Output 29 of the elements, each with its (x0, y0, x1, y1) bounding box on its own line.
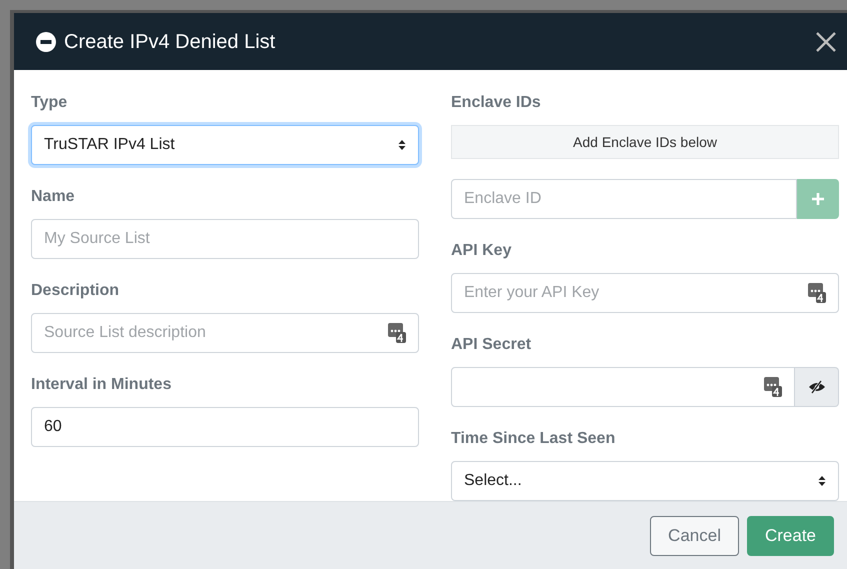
minus-circle-icon (36, 32, 56, 52)
field-label: Interval in Minutes (31, 375, 172, 395)
create-button[interactable]: Create (746, 516, 834, 556)
dialog-title: Create IPv4 Denied List (64, 30, 276, 54)
plus-icon (811, 192, 825, 206)
field-label: Time Since Last Seen (451, 429, 616, 449)
password-manager-icon[interactable] (388, 323, 406, 343)
field-label: Name (31, 187, 76, 207)
input-field[interactable] (451, 367, 795, 407)
field-label: API Secret (451, 335, 532, 355)
password-manager-icon[interactable] (808, 283, 826, 303)
field-label: Description (31, 281, 120, 301)
info-banner: Add Enclave IDs below (451, 125, 839, 159)
visibility-toggle-button[interactable] (795, 367, 839, 407)
select-caret-icon (818, 475, 826, 487)
input-field[interactable]: 60 (31, 407, 419, 447)
select-field[interactable]: TruSTAR IPv4 List (31, 125, 419, 165)
select-field[interactable]: Select... (451, 461, 839, 501)
cancel-button[interactable]: Cancel (650, 516, 739, 556)
input-field[interactable]: Enter your API Key (451, 273, 839, 313)
field-label: Type (31, 93, 68, 113)
field-label: API Key (451, 241, 512, 261)
eye-slash-icon (808, 380, 826, 394)
field-label: Enclave IDs (451, 93, 542, 113)
input-field[interactable]: Source List description (31, 313, 419, 353)
close-icon (816, 32, 836, 52)
password-manager-icon[interactable] (764, 377, 782, 397)
input-field[interactable]: My Source List (31, 219, 419, 259)
select-caret-icon (398, 139, 406, 151)
